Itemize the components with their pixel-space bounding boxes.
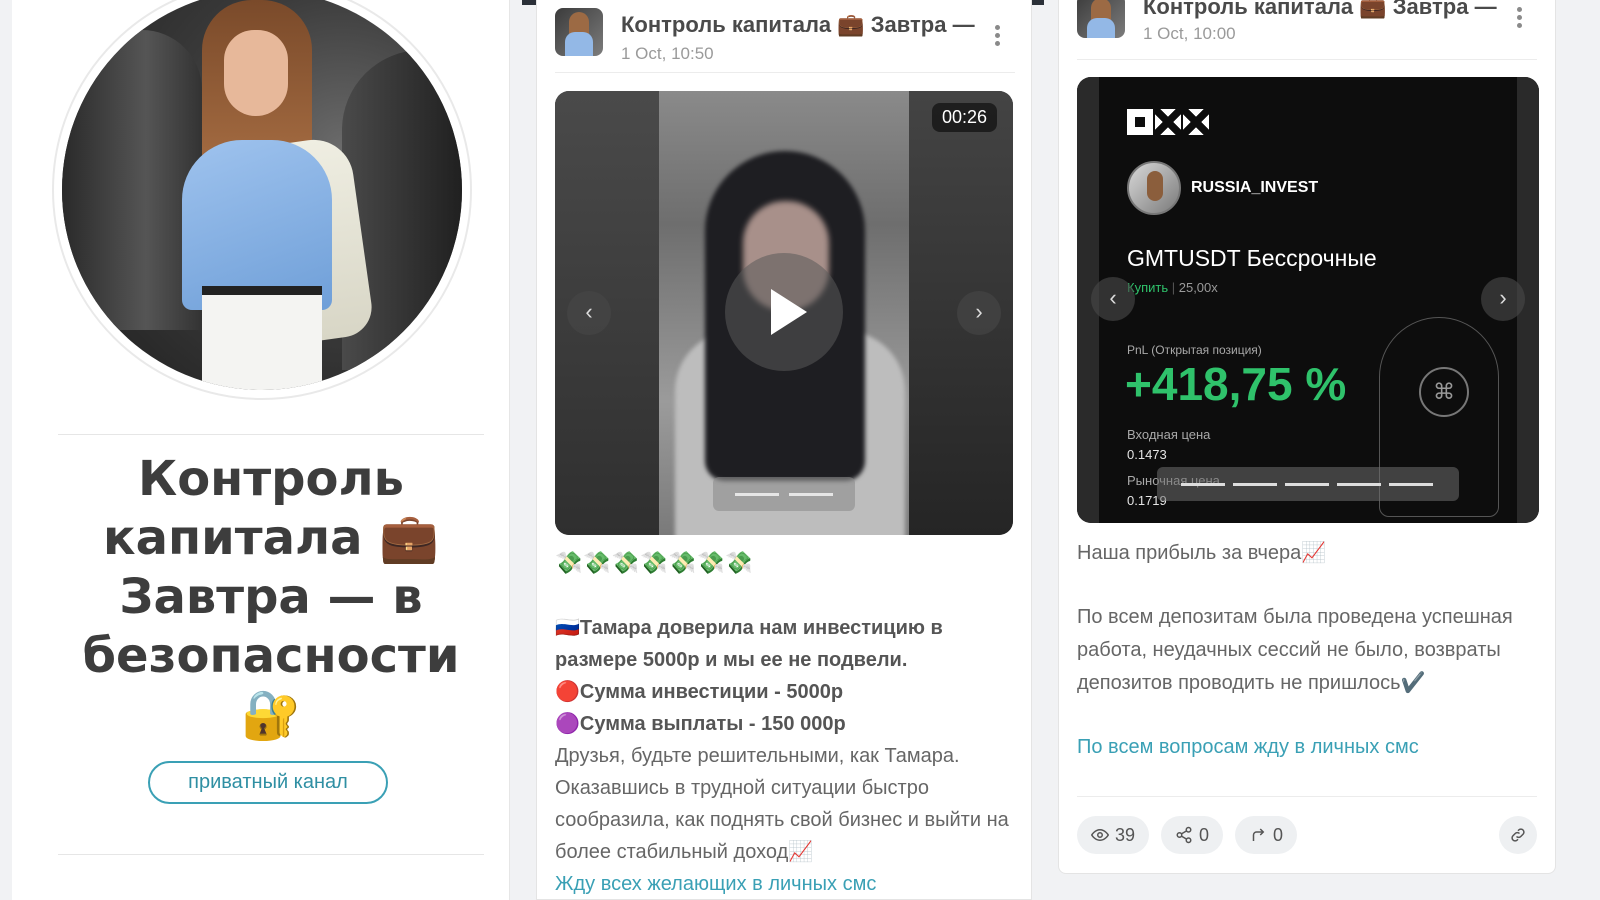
post-line-summary: По всем депозитам была проведена успешна… bbox=[1077, 606, 1513, 694]
post-body: Наша прибыль за вчера📈 По всем депозитам… bbox=[1077, 537, 1537, 764]
profile-divider-top bbox=[58, 434, 484, 435]
post-header-divider bbox=[1077, 59, 1537, 60]
post-footer-divider bbox=[1077, 796, 1537, 797]
chevron-left-icon[interactable]: ‹ bbox=[567, 291, 611, 335]
forward-icon bbox=[1252, 828, 1265, 841]
forwards-counter[interactable]: 0 bbox=[1235, 816, 1298, 854]
trade-pair: GMTUSDT Бессрочные bbox=[1127, 245, 1377, 271]
private-channel-button[interactable]: приватный канал bbox=[148, 761, 388, 804]
pnl-label: PnL (Открытая позиция) bbox=[1127, 343, 1262, 357]
channel-avatar[interactable] bbox=[52, 0, 472, 400]
trade-screenshot-image[interactable]: RUSSIA_INVEST GMTUSDT Бессрочные Купить … bbox=[1077, 77, 1539, 523]
trader-avatar bbox=[1127, 161, 1181, 215]
link-icon[interactable] bbox=[1499, 816, 1537, 854]
post-timestamp: 1 Oct, 10:00 bbox=[1143, 24, 1236, 43]
chevron-left-icon[interactable]: ‹ bbox=[1091, 277, 1135, 321]
entry-price-value: 0.1473 bbox=[1127, 447, 1167, 462]
post-header: Контроль капитала 💼 Завтра — 1 Oct, 10:5… bbox=[555, 8, 1015, 63]
shares-count: 0 bbox=[1199, 825, 1210, 845]
post-author-name[interactable]: Контроль капитала 💼 Завтра — bbox=[1143, 0, 1499, 20]
command-icon: ⌘ bbox=[1419, 367, 1469, 417]
post-line-payout: 🟣Сумма выплаты - 150 000р bbox=[555, 713, 846, 735]
pnl-value: +418,75 % bbox=[1125, 358, 1347, 410]
post-card-image: Контроль капитала 💼 Завтра — 1 Oct, 10:0… bbox=[1058, 0, 1556, 874]
post-line-message: Друзья, будьте решительными, как Тамара.… bbox=[555, 745, 1009, 863]
views-count: 39 bbox=[1115, 825, 1136, 845]
channel-avatar-photo bbox=[62, 0, 462, 390]
media-pagination bbox=[1157, 467, 1459, 501]
kebab-icon[interactable] bbox=[1509, 4, 1529, 34]
media-pagination bbox=[713, 477, 855, 511]
okx-logo bbox=[1127, 109, 1209, 135]
trade-side: Купить | 25,00x bbox=[1127, 280, 1218, 295]
post-link-contact[interactable]: По всем вопросам жду в личных смс bbox=[1077, 731, 1537, 764]
channel-title: Контроль капитала 💼 Завтра — в безопасно… bbox=[82, 451, 460, 743]
eye-icon bbox=[1091, 828, 1109, 842]
chevron-right-icon[interactable]: › bbox=[957, 291, 1001, 335]
post-header-divider bbox=[555, 72, 1015, 73]
post-line-invest: 🔴Сумма инвестиции - 5000р bbox=[555, 681, 844, 703]
play-icon[interactable] bbox=[725, 253, 843, 371]
trade-leverage: 25,00x bbox=[1178, 280, 1218, 295]
video-player[interactable]: 00:26 ‹ › bbox=[555, 91, 1013, 535]
profile-divider-bottom bbox=[58, 854, 484, 855]
post-author-avatar[interactable] bbox=[555, 8, 603, 56]
post-author-name[interactable]: Контроль капитала 💼 Завтра — bbox=[621, 12, 977, 38]
post-line-story: 🇷🇺Тамара доверила нам инвестицию в разме… bbox=[555, 617, 943, 671]
post-stats: 39 0 0 bbox=[1077, 816, 1298, 854]
chevron-right-icon[interactable]: › bbox=[1481, 277, 1525, 321]
post-timestamp: 1 Oct, 10:50 bbox=[621, 44, 714, 63]
trader-username: RUSSIA_INVEST bbox=[1191, 179, 1319, 196]
kebab-icon[interactable] bbox=[987, 22, 1007, 52]
share-icon bbox=[1176, 826, 1192, 844]
post-line-profit: Наша прибыль за вчера📈 bbox=[1077, 542, 1327, 564]
entry-price-label: Входная цена bbox=[1127, 427, 1211, 442]
post-card-video: Контроль капитала 💼 Завтра — 1 Oct, 10:5… bbox=[536, 0, 1032, 900]
post-header: Контроль капитала 💼 Завтра — 1 Oct, 10:0… bbox=[1077, 0, 1537, 43]
channel-profile-panel: Контроль капитала 💼 Завтра — в безопасно… bbox=[12, 0, 510, 900]
post-link-contact[interactable]: Жду всех желающих в личных смс bbox=[555, 868, 1015, 900]
views-counter[interactable]: 39 bbox=[1077, 816, 1150, 854]
post-body: 🇷🇺Тамара доверила нам инвестицию в разме… bbox=[555, 612, 1015, 900]
video-duration: 00:26 bbox=[931, 103, 997, 132]
emoji-row: 💸💸💸💸💸💸💸 bbox=[555, 550, 754, 575]
forwards-count: 0 bbox=[1273, 825, 1284, 845]
shares-counter[interactable]: 0 bbox=[1161, 816, 1224, 854]
post-author-avatar[interactable] bbox=[1077, 0, 1125, 38]
